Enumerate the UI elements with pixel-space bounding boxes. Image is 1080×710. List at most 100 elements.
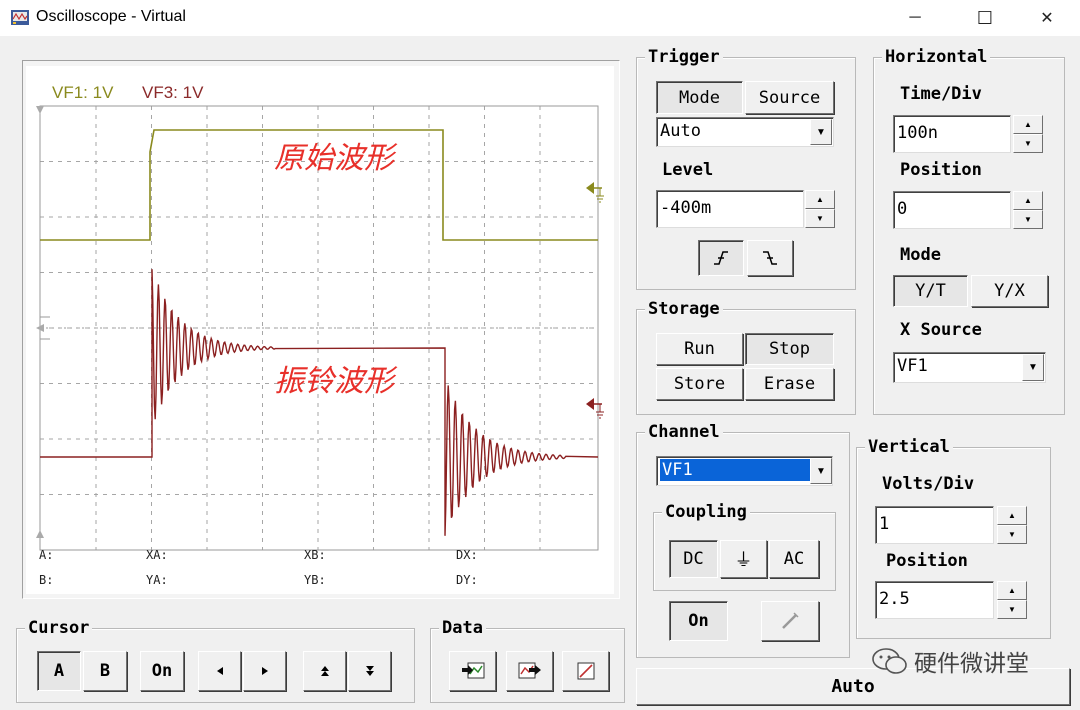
minimize-button[interactable]: ─	[892, 4, 938, 32]
time-div-label: Time/Div	[900, 84, 982, 104]
spin-up-icon[interactable]: ▲	[1013, 191, 1043, 210]
vf1-ground-marker-icon[interactable]	[584, 180, 608, 204]
rising-edge-icon	[714, 251, 728, 265]
erase-button[interactable]: Erase	[745, 368, 834, 400]
readout-b: B:	[39, 573, 54, 587]
trigger-source-button[interactable]: Source	[745, 81, 834, 114]
spin-up-icon[interactable]: ▲	[1013, 115, 1043, 134]
vertical-title: Vertical	[865, 436, 953, 458]
channel-on-button[interactable]: On	[669, 601, 728, 641]
readout-dx: DX:	[456, 548, 478, 562]
cursor-right-button[interactable]	[243, 651, 286, 691]
spin-up-icon[interactable]: ▲	[997, 506, 1027, 525]
trigger-level-label: Level	[662, 160, 714, 180]
probe-button[interactable]	[761, 601, 819, 641]
horizontal-position-spinner[interactable]: ▲ ▼	[1013, 191, 1043, 229]
spin-down-icon[interactable]: ▼	[1013, 134, 1043, 153]
export-data-icon	[518, 662, 541, 679]
coupling-ac-button[interactable]: AC	[769, 540, 819, 578]
trigger-level-spinner[interactable]: ▲ ▼	[805, 190, 835, 228]
cursor-title: Cursor	[25, 617, 93, 639]
yx-mode-button[interactable]: Y/X	[971, 275, 1048, 307]
horizontal-mode-label: Mode	[900, 245, 941, 265]
channel-select[interactable]: VF1	[656, 456, 833, 486]
original-waveform-annotation: 原始波形	[274, 141, 394, 176]
time-div-spinner[interactable]: ▲ ▼	[1013, 115, 1043, 153]
yt-mode-button[interactable]: Y/T	[893, 275, 968, 307]
spin-down-icon[interactable]: ▼	[997, 600, 1027, 619]
clear-plot-icon	[577, 662, 594, 680]
data-title: Data	[439, 617, 486, 639]
watermark: 硬件微讲堂	[870, 644, 1029, 678]
vf3-ground-marker-icon[interactable]	[584, 396, 608, 420]
vf3-trace	[40, 269, 599, 536]
time-div-input[interactable]: 100n	[893, 115, 1011, 153]
cursor-on-button[interactable]: On	[140, 651, 184, 691]
maximize-icon: ☐	[976, 7, 994, 28]
trigger-mode-button[interactable]: Mode	[656, 81, 743, 114]
x-source-dropdown-arrow-icon[interactable]: ▼	[1022, 354, 1044, 381]
coupling-dc-button[interactable]: DC	[669, 540, 718, 578]
trigger-mode-select[interactable]: Auto	[656, 117, 834, 147]
window-title: Oscilloscope - Virtual	[36, 8, 186, 25]
cursor-up-button[interactable]	[303, 651, 346, 691]
readout-dy: DY:	[456, 573, 478, 587]
cursor-a-button[interactable]: A	[37, 651, 81, 691]
data-export-button[interactable]	[506, 651, 553, 691]
data-clear-button[interactable]	[562, 651, 609, 691]
top-marker	[36, 106, 44, 114]
vertical-position-spinner[interactable]: ▲ ▼	[997, 581, 1027, 619]
arrow-up-icon	[320, 666, 329, 676]
cursor-down-button[interactable]	[348, 651, 391, 691]
store-button[interactable]: Store	[656, 368, 743, 400]
spin-up-icon[interactable]: ▲	[805, 190, 835, 209]
watermark-text: 硬件微讲堂	[914, 651, 1029, 677]
horizontal-position-input[interactable]: 0	[893, 191, 1011, 229]
minimize-icon: ─	[909, 9, 921, 26]
data-import-button[interactable]	[449, 651, 496, 691]
bottom-marker	[36, 530, 44, 538]
volts-div-input[interactable]: 1	[875, 506, 994, 544]
vertical-position-label: Position	[886, 551, 968, 571]
trigger-falling-edge-button[interactable]	[747, 240, 793, 276]
import-data-icon	[461, 662, 484, 679]
readout-xa: XA:	[146, 548, 168, 562]
probe-pen-icon	[782, 612, 799, 629]
cursor-b-button[interactable]: B	[83, 651, 127, 691]
readout-yb: YB:	[304, 573, 326, 587]
spin-down-icon[interactable]: ▼	[997, 525, 1027, 544]
spin-down-icon[interactable]: ▼	[805, 209, 835, 228]
readout-ya: YA:	[146, 573, 168, 587]
coupling-ground-button[interactable]: ⏚	[720, 540, 767, 578]
maximize-button[interactable]: ☐	[962, 4, 1008, 32]
arrow-left-icon	[216, 667, 223, 675]
channel-title: Channel	[645, 421, 723, 443]
ringing-waveform-annotation: 振铃波形	[274, 364, 394, 399]
trigger-mode-dropdown-arrow-icon[interactable]: ▼	[810, 119, 832, 145]
vertical-position-input[interactable]: 2.5	[875, 581, 994, 619]
run-button[interactable]: Run	[656, 333, 743, 365]
spin-down-icon[interactable]: ▼	[1013, 210, 1043, 229]
arrow-down-icon	[365, 666, 374, 676]
channel-dropdown-arrow-icon[interactable]: ▼	[810, 458, 832, 484]
vf3-scale-label: VF3: 1V	[142, 83, 204, 102]
close-icon: ✕	[1040, 10, 1054, 27]
volts-div-label: Volts/Div	[882, 474, 975, 494]
storage-title: Storage	[645, 298, 723, 320]
oscilloscope-app-icon	[11, 10, 29, 25]
title-bar: Oscilloscope - Virtual ─ ☐ ✕	[0, 0, 1080, 36]
coupling-title: Coupling	[662, 501, 750, 523]
trigger-level-input[interactable]: -400m	[656, 190, 804, 228]
channel-select-value: VF1	[660, 459, 810, 481]
horizontal-position-label: Position	[900, 160, 982, 180]
scope-screen[interactable]: VF1: 1V VF3: 1V 原始波形 振铃波形 A: XA: XB: DX:…	[26, 66, 614, 594]
trigger-title: Trigger	[645, 46, 723, 68]
spin-up-icon[interactable]: ▲	[997, 581, 1027, 600]
volts-div-spinner[interactable]: ▲ ▼	[997, 506, 1027, 544]
cursor-left-button[interactable]	[198, 651, 241, 691]
ground-icon: ⏚	[734, 550, 753, 571]
close-button[interactable]: ✕	[1024, 4, 1070, 32]
trigger-rising-edge-button[interactable]	[698, 240, 744, 276]
stop-button[interactable]: Stop	[745, 333, 834, 365]
wechat-logo-icon	[872, 648, 907, 674]
